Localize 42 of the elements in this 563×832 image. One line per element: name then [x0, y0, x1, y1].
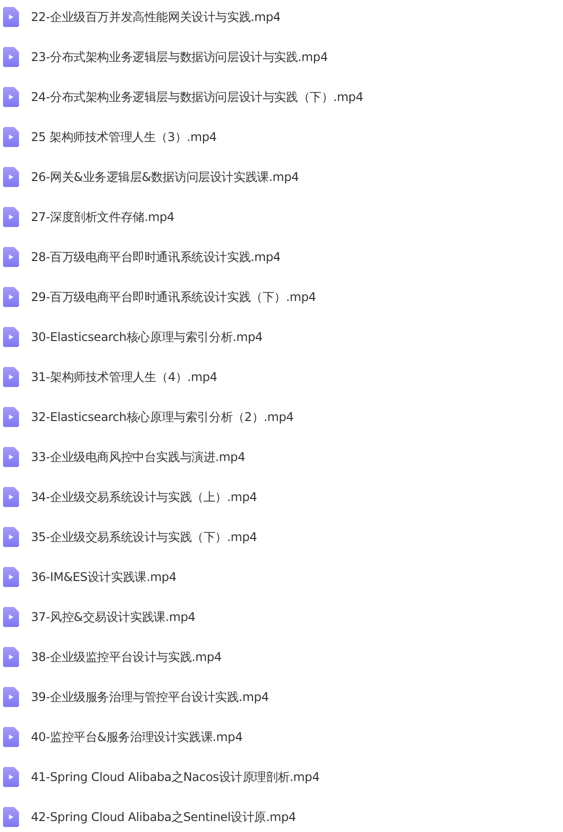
file-name[interactable]: 34-企业级交易系统设计与实践（上）.mp4 — [31, 487, 257, 507]
video-file-icon — [3, 807, 19, 827]
video-file-icon — [3, 207, 19, 227]
video-file-icon — [3, 367, 19, 387]
file-name[interactable]: 35-企业级交易系统设计与实践（下）.mp4 — [31, 527, 257, 547]
video-file-icon — [3, 767, 19, 787]
file-name[interactable]: 26-网关&业务逻辑层&数据访问层设计实践课.mp4 — [31, 167, 299, 187]
video-file-icon — [3, 727, 19, 747]
video-file-icon — [3, 407, 19, 427]
video-file-icon — [3, 327, 19, 347]
file-name[interactable]: 25 架构师技术管理人生（3）.mp4 — [31, 127, 217, 147]
video-file-icon — [3, 527, 19, 547]
file-name[interactable]: 31-架构师技术管理人生（4）.mp4 — [31, 367, 218, 387]
file-name[interactable]: 24-分布式架构业务逻辑层与数据访问层设计与实践（下）.mp4 — [31, 87, 364, 107]
file-name[interactable]: 23-分布式架构业务逻辑层与数据访问层设计与实践.mp4 — [31, 47, 328, 67]
file-name[interactable]: 39-企业级服务治理与管控平台设计实践.mp4 — [31, 687, 269, 707]
video-file-icon — [3, 607, 19, 627]
video-file-icon — [3, 247, 19, 267]
video-file-icon — [3, 687, 19, 707]
file-name[interactable]: 36-IM&ES设计实践课.mp4 — [31, 567, 176, 587]
file-name[interactable]: 30-Elasticsearch核心原理与索引分析.mp4 — [31, 327, 263, 347]
file-name[interactable]: 33-企业级电商风控中台实践与演进.mp4 — [31, 447, 246, 467]
file-name[interactable]: 38-企业级监控平台设计与实践.mp4 — [31, 647, 222, 667]
video-file-icon — [3, 87, 19, 107]
file-name[interactable]: 27-深度剖析文件存储.mp4 — [31, 207, 174, 227]
video-file-icon — [3, 567, 19, 587]
file-name[interactable]: 22-企业级百万并发高性能网关设计与实践.mp4 — [31, 7, 281, 27]
file-name[interactable]: 40-监控平台&服务治理设计实践课.mp4 — [31, 727, 243, 747]
video-file-icon — [3, 487, 19, 507]
video-file-icon — [3, 647, 19, 667]
video-file-icon — [3, 7, 19, 27]
video-file-icon — [3, 287, 19, 307]
file-name[interactable]: 41-Spring Cloud Alibaba之Nacos设计原理剖析.mp4 — [31, 767, 320, 787]
file-name[interactable]: 28-百万级电商平台即时通讯系统设计实践.mp4 — [31, 247, 281, 267]
file-name[interactable]: 32-Elasticsearch核心原理与索引分析（2）.mp4 — [31, 407, 294, 427]
video-file-icon — [3, 47, 19, 67]
video-file-icon — [3, 127, 19, 147]
file-name[interactable]: 29-百万级电商平台即时通讯系统设计实践（下）.mp4 — [31, 287, 316, 307]
file-name[interactable]: 37-风控&交易设计实践课.mp4 — [31, 607, 196, 627]
video-file-icon — [3, 167, 19, 187]
video-file-icon — [3, 447, 19, 467]
file-name[interactable]: 42-Spring Cloud Alibaba之Sentinel设计原.mp4 — [31, 807, 296, 827]
